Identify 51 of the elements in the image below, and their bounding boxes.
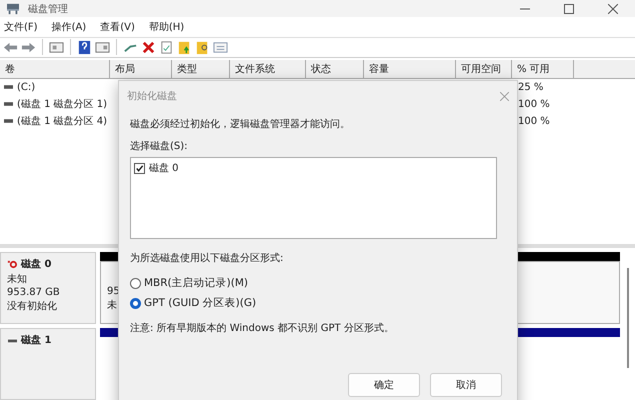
column-header[interactable]: 类型 [172, 60, 230, 78]
note-text: 注意: 所有早期版本的 Windows 都不识别 GPT 分区形式。 [130, 322, 394, 335]
properties-icon[interactable] [159, 40, 174, 55]
table-cell: 25 % [517, 82, 544, 93]
table-cell-text: (磁盘 1 磁盘分区 1) [17, 98, 108, 112]
folder-search-icon[interactable] [195, 40, 210, 55]
close-icon[interactable] [608, 4, 618, 14]
dialog-title: 初始化磁盘 [127, 90, 177, 103]
column-header[interactable]: 文件系统 [230, 60, 306, 78]
radio-option[interactable]: GPT (GUID 分区表)(G) [130, 293, 256, 313]
window-title: 磁盘管理 [28, 2, 68, 16]
disk-name: 磁盘 1 [21, 334, 52, 347]
menu-item[interactable]: 文件(F) [4, 20, 38, 34]
disk-name: 磁盘 0 [21, 258, 52, 271]
table-cell-text: (磁盘 1 磁盘分区 4) [17, 115, 108, 128]
folder-up-icon[interactable] [177, 40, 192, 55]
checkmark-icon [135, 164, 144, 172]
scrollbar[interactable] [627, 268, 629, 368]
menu-item[interactable]: 查看(V) [100, 20, 135, 34]
volume-icon [4, 85, 13, 90]
disk-checkbox[interactable]: 磁盘 0 [134, 161, 493, 175]
volume-icon [4, 119, 13, 124]
partition-style-label: 为所选磁盘使用以下磁盘分区形式: [130, 252, 284, 265]
table-cell: (C:) [17, 82, 36, 93]
panel-icon[interactable] [95, 40, 110, 55]
dialog-button[interactable]: 确定 [348, 373, 420, 397]
partition-info: 未 [107, 298, 117, 312]
disk-info: 没有初始化 [7, 300, 58, 313]
volume-icon [4, 102, 13, 106]
disk-info: 未知 [7, 272, 28, 286]
column-header[interactable]: 可用空间 [456, 60, 512, 78]
disk-info: 953.87 GB [7, 287, 61, 298]
column-header[interactable]: 容量 [364, 60, 456, 78]
column-header[interactable]: 状态 [306, 60, 364, 78]
column-header[interactable]: % 可用 [512, 60, 574, 78]
column-header[interactable]: 布局 [110, 60, 172, 78]
dialog-message: 磁盘必须经过初始化，逻辑磁盘管理器才能访问。 [130, 118, 350, 131]
panel-icon[interactable] [49, 40, 64, 55]
delete-icon[interactable] [141, 40, 156, 55]
radio-option[interactable]: MBR(主启动记录)(M) [130, 273, 248, 293]
disk-management-icon [6, 2, 20, 15]
warning-icon [7, 260, 18, 268]
column-header[interactable]: 卷 [0, 60, 110, 78]
select-label: 选择磁盘(S): [130, 140, 188, 153]
maximize-icon[interactable] [564, 4, 574, 14]
menu-item[interactable]: 帮助(H) [148, 20, 184, 34]
help-icon[interactable] [77, 40, 92, 55]
table-cell: 100 % [517, 116, 550, 127]
table-cell: 100 % [517, 98, 550, 110]
dialog-button[interactable]: 取消 [430, 373, 502, 397]
menu-item[interactable]: 操作(A) [52, 20, 86, 34]
